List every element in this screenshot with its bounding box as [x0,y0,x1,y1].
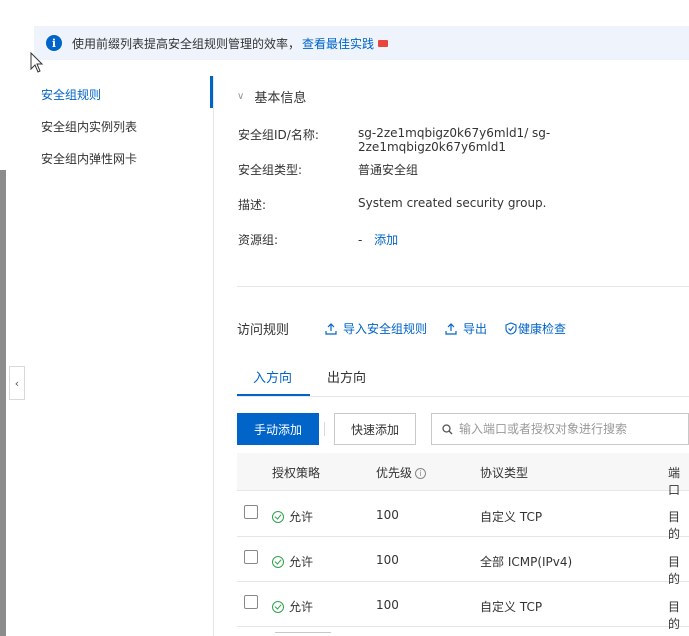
policy-label: 允许 [289,510,314,524]
row-checkbox[interactable] [244,595,258,609]
port-cell: 目的 [668,600,681,631]
check-circle-icon [272,600,284,613]
pagination-edge [275,632,331,636]
upload-icon [325,322,337,335]
policy-cell: 允许 [272,553,313,570]
field-value-resource-group: - 添加 [358,231,398,248]
quick-add-button[interactable]: 快速添加 [334,413,416,445]
notice-bar: i 使用前缀列表提高安全组规则管理的效率， 查看最佳实践 [34,26,689,60]
new-badge-icon [378,39,389,47]
mouse-cursor-icon [30,52,44,73]
protocol-cell: 自定义 TCP [480,600,543,614]
health-check-label: 健康检查 [518,322,567,336]
row-checkbox[interactable] [244,550,258,564]
import-rules-label: 导入安全组规则 [343,322,428,336]
priority-cell: 100 [376,553,399,567]
policy-cell: 允许 [272,508,313,525]
search-icon [442,423,453,434]
field-value-type: 普通安全组 [358,163,419,177]
basic-info-title: 基本信息 [254,91,307,106]
priority-header-label: 优先级 [376,466,413,480]
sidebar-item-rules[interactable]: 安全组规则 [41,86,101,103]
sidebar-item-enis[interactable]: 安全组内弹性网卡 [41,150,137,167]
priority-cell: 100 [376,598,399,612]
basic-info-header[interactable]: ∨ 基本信息 [237,87,306,106]
rules-title: 访问规则 [237,323,290,338]
import-rules-button[interactable]: 导入安全组规则 [325,320,427,337]
notice-text: 使用前缀列表提高安全组规则管理的效率， [72,36,301,51]
policy-label: 允许 [289,555,314,569]
field-label-description: 描述: [238,198,267,212]
column-header-priority[interactable]: 优先级 i [376,464,427,481]
export-icon [445,322,457,335]
resource-group-value: - [358,233,363,247]
tabs-baseline [237,396,689,397]
export-label: 导出 [463,322,488,336]
collapse-sidebar-button[interactable]: ‹ [9,366,25,400]
export-button[interactable]: 导出 [445,320,487,337]
check-circle-icon [272,555,284,568]
field-label-type: 安全组类型: [238,163,303,177]
tab-inbound[interactable]: 入方向 [253,367,292,386]
shield-check-icon [505,322,517,335]
sidebar-item-instances[interactable]: 安全组内实例列表 [41,118,137,135]
search-input[interactable] [459,422,679,436]
chevron-left-icon: ‹ [14,376,20,390]
section-divider [237,286,689,287]
info-icon: i [46,35,62,51]
policy-label: 允许 [289,600,314,614]
priority-cell: 100 [376,508,399,522]
manual-add-button[interactable]: 手动添加 [237,413,319,445]
field-label-id: 安全组ID/名称: [238,128,319,142]
chevron-down-icon: ∨ [237,91,245,102]
column-header-protocol[interactable]: 协议类型 [480,464,528,481]
active-tab-underline [237,394,310,396]
search-box[interactable] [431,413,689,445]
sidebar-divider [213,76,214,636]
toolbar-separator [324,422,325,436]
tab-outbound[interactable]: 出方向 [327,367,366,386]
field-label-resource-group: 资源组: [238,233,279,247]
help-icon[interactable]: i [415,468,427,479]
field-value-description: System created security group. [358,196,547,210]
health-check-button[interactable]: 健康检查 [505,320,566,337]
row-checkbox[interactable] [244,505,258,519]
left-scrollbar[interactable] [0,170,6,636]
protocol-cell: 全部 ICMP(IPv4) [480,555,573,569]
best-practice-link[interactable]: 查看最佳实践 [302,35,374,52]
policy-cell: 允许 [272,598,313,615]
protocol-cell: 自定义 TCP [480,510,543,524]
check-circle-icon [272,510,284,523]
field-value-id: sg-2ze1mqbigz0k67y6mld1/ sg-2ze1mqbigz0k… [358,126,551,154]
add-resource-group-link[interactable]: 添加 [374,233,398,247]
column-header-policy[interactable]: 授权策略 [272,464,320,481]
